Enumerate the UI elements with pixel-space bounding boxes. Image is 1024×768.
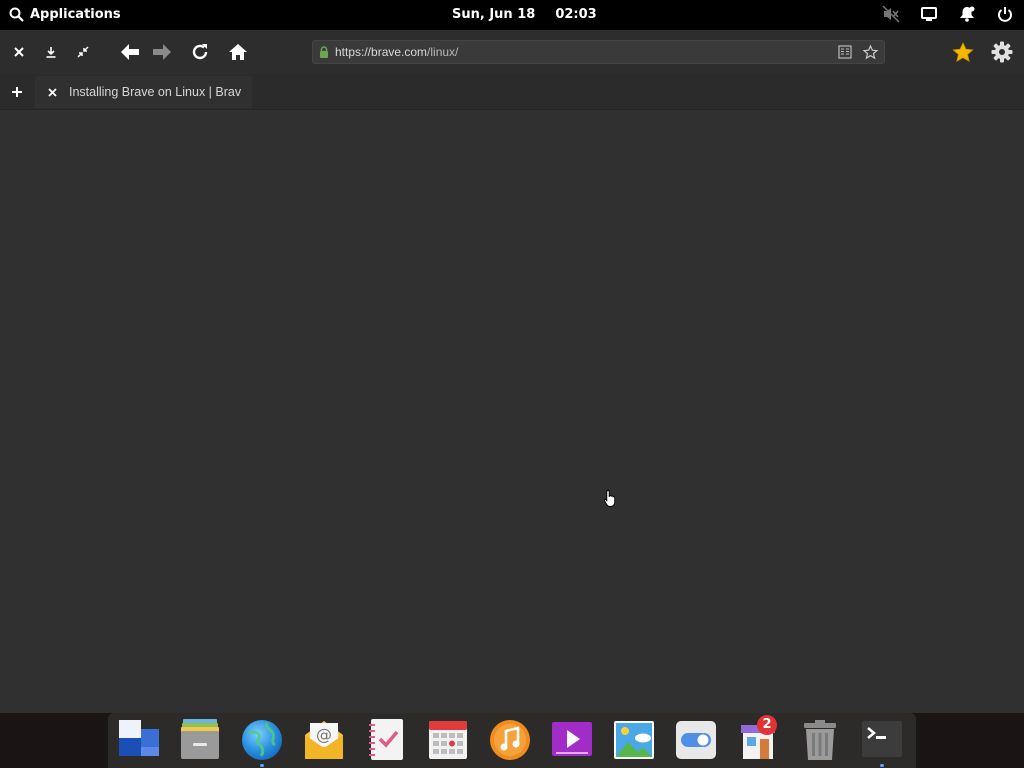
close-icon [14,47,24,57]
applications-label: Applications [30,7,121,22]
search-icon [9,7,24,22]
svg-text:@: @ [316,725,332,744]
browser-window: https://brave.com/linux/ Installing Brav… [0,30,1024,713]
restore-icon [77,46,89,58]
tasks-icon [369,719,403,760]
terminal-launcher[interactable] [859,717,905,767]
lock-icon [319,46,329,58]
settings-button[interactable] [990,40,1014,64]
system-settings-launcher[interactable] [673,717,719,763]
home-icon [229,44,247,60]
update-badge: 2 [757,715,777,735]
music-icon [490,720,530,760]
tab-brave-linux[interactable]: Installing Brave on Linux | Brave [35,76,252,108]
tab-title: Installing Brave on Linux | Brave [69,85,241,99]
date-label: Sun, Jun 18 [452,7,536,22]
url-path: /linux/ [427,45,459,59]
back-button[interactable] [118,40,142,64]
videos-icon [552,722,592,756]
new-tab-button[interactable] [5,80,29,104]
trash-launcher[interactable] [797,717,843,763]
close-icon [47,87,57,97]
address-bar[interactable]: https://brave.com/linux/ [312,40,885,64]
forward-button[interactable] [150,40,174,64]
url-text[interactable]: https://brave.com/linux/ [335,45,834,59]
music-launcher[interactable] [487,717,533,763]
datetime-indicator[interactable]: Sun, Jun 18 02:03 [452,7,597,22]
globe-icon [242,720,282,760]
power-icon[interactable] [996,5,1014,23]
trash-icon [804,720,836,760]
web-content-area[interactable] [0,110,1024,713]
download-icon [46,47,56,58]
bookmarks-button[interactable] [951,40,975,64]
star-icon [952,41,974,62]
web-browser-launcher[interactable] [239,717,285,767]
applications-menu[interactable]: Applications [9,7,121,22]
home-button[interactable] [226,40,250,64]
videos-launcher[interactable] [549,717,595,763]
update-badge-count: 2 [762,717,772,732]
terminal-icon [862,721,902,757]
url-host: https://brave.com [335,45,428,59]
running-indicator [880,764,884,767]
multitasking-view-launcher[interactable] [115,717,161,763]
browser-toolbar: https://brave.com/linux/ [0,30,1024,74]
plus-icon [12,87,22,97]
display-icon[interactable] [920,5,938,23]
notifications-icon[interactable] [958,5,976,23]
downloads-button[interactable] [39,40,63,64]
time-label: 02:03 [555,7,597,22]
close-tab-button[interactable] [35,87,69,97]
hand-cursor-icon [604,490,616,507]
multitasking-view-icon [119,720,159,756]
tasks-launcher[interactable] [363,717,409,763]
files-launcher[interactable] [177,717,223,763]
reload-button[interactable] [188,40,212,64]
gear-icon [991,41,1013,63]
calendar-launcher[interactable] [425,717,471,763]
reload-icon [192,44,208,60]
photos-icon [614,721,654,759]
mail-launcher[interactable]: @ [301,717,347,763]
tab-bar: Installing Brave on Linux | Brave [0,74,1024,110]
running-indicator [260,764,264,767]
calendar-icon [429,721,467,759]
dock: @ 2 [108,713,916,768]
toggle-switch-icon [676,721,716,759]
sound-muted-icon[interactable] [882,5,900,23]
photos-launcher[interactable] [611,717,657,763]
mail-icon: @ [305,721,343,759]
reader-mode-icon[interactable] [834,41,856,63]
arrow-left-icon [121,44,139,60]
bookmark-star-icon[interactable] [859,41,881,63]
top-panel: Applications Sun, Jun 18 02:03 [0,0,1024,30]
unmaximize-button[interactable] [71,40,95,64]
close-window-button[interactable] [7,40,31,64]
appcenter-launcher[interactable]: 2 [735,715,781,763]
arrow-right-icon [153,44,171,60]
files-icon [181,719,219,759]
